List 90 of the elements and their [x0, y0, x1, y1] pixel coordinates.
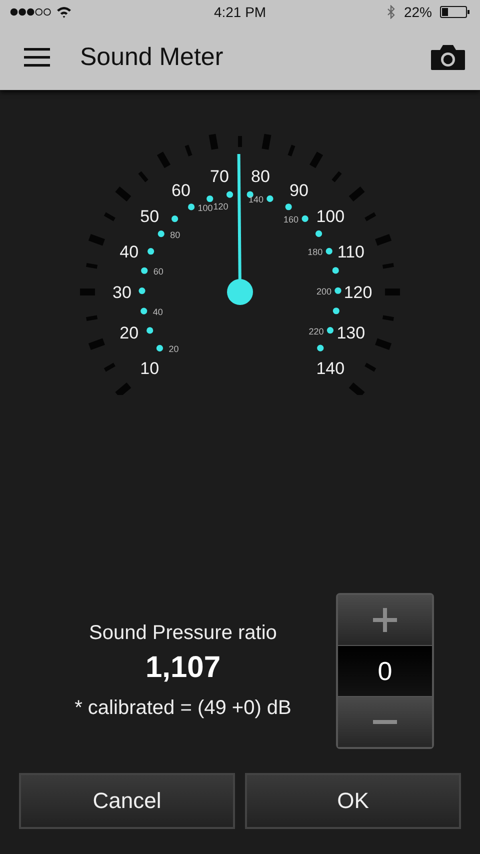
- scale-dot: [140, 308, 148, 314]
- bluetooth-icon: [386, 5, 396, 19]
- scale-dot: [285, 204, 292, 210]
- tick-mark: [115, 382, 132, 395]
- tick-mark: [332, 171, 342, 182]
- increment-button[interactable]: [338, 595, 432, 645]
- tick-mark: [375, 234, 392, 246]
- tick-mark: [364, 362, 376, 372]
- tick-mark: [104, 362, 116, 372]
- signal-icon: [10, 8, 52, 16]
- scale-dot: [158, 230, 164, 238]
- scale-label: 70: [210, 166, 229, 186]
- readout-label: Sound Pressure ratio: [89, 622, 277, 645]
- scale-label: 40: [120, 242, 139, 262]
- scale-dot: [326, 248, 332, 254]
- decrement-button[interactable]: [338, 697, 432, 747]
- menu-icon[interactable]: [24, 47, 50, 67]
- scale-label: 160: [284, 214, 299, 225]
- tick-mark: [364, 212, 376, 222]
- tick-mark: [86, 262, 98, 269]
- scale-label: 180: [308, 247, 323, 258]
- scale-label: 20: [120, 323, 139, 342]
- scale-dot: [146, 327, 154, 334]
- scale-dot: [266, 195, 274, 202]
- scale-label: 90: [290, 180, 308, 200]
- tick-mark: [184, 144, 192, 156]
- minus-icon: [373, 720, 397, 724]
- scale-dot: [246, 191, 254, 198]
- dialog-button[interactable]: OK: [245, 773, 461, 829]
- scale-dot: [302, 215, 308, 222]
- scale-dot: [156, 344, 164, 352]
- tick-mark: [382, 262, 394, 269]
- tick-mark: [382, 315, 394, 322]
- scale-label: 100: [316, 207, 345, 226]
- tick-mark: [208, 134, 218, 150]
- tick-mark: [348, 186, 365, 202]
- scale-label: 80: [170, 230, 180, 240]
- tick-mark: [262, 134, 272, 150]
- dialog-button[interactable]: Cancel: [19, 773, 235, 829]
- wifi-icon: [56, 6, 72, 18]
- plus-icon: [373, 608, 397, 632]
- scale-label: 10: [140, 358, 160, 378]
- scale-dot: [317, 344, 324, 352]
- scale-dot: [226, 191, 234, 198]
- stepper-value: 0: [338, 645, 432, 697]
- camera-icon[interactable]: [430, 44, 466, 70]
- scale-label: 140: [316, 358, 345, 378]
- battery-icon: [440, 6, 470, 18]
- tick-mark: [88, 234, 105, 246]
- scale-label: 220: [308, 326, 324, 336]
- scale-dot: [332, 308, 340, 314]
- scale-dot: [315, 230, 322, 237]
- calibration-note: * calibrated = (49 +0) dB: [74, 697, 292, 720]
- tick-mark: [156, 152, 171, 168]
- battery-percent: 22%: [404, 4, 432, 20]
- scale-label: 120: [344, 283, 372, 302]
- scale-label: 120: [213, 202, 228, 212]
- tick-mark: [288, 144, 296, 156]
- app-title: Sound Meter: [80, 42, 224, 72]
- scale-dot: [138, 288, 146, 294]
- tick-mark: [86, 315, 98, 322]
- scale-label: 60: [153, 266, 164, 277]
- scale-label: 20: [168, 344, 179, 354]
- status-time: 4:21 PM: [214, 4, 266, 20]
- scale-dot: [172, 216, 178, 222]
- tick-mark: [115, 186, 132, 202]
- scale-dot: [334, 287, 342, 294]
- scale-dot: [141, 267, 148, 274]
- tick-mark: [88, 338, 105, 350]
- scale-label: 130: [336, 323, 366, 342]
- tick-mark: [309, 152, 324, 168]
- tick-mark: [138, 171, 148, 182]
- tick-mark: [375, 338, 392, 350]
- scale-dot: [326, 327, 334, 334]
- scale-label: 200: [316, 286, 332, 297]
- scale-dot: [148, 248, 154, 255]
- scale-label: 40: [152, 307, 163, 318]
- scale-dot: [206, 195, 214, 202]
- scale-label: 110: [337, 242, 364, 262]
- scale-label: 50: [140, 207, 160, 226]
- readout-value: 1,107: [145, 651, 221, 685]
- scale-dot: [188, 204, 195, 210]
- scale-label: 60: [172, 180, 190, 200]
- scale-label: 100: [198, 202, 213, 213]
- scale-label: 80: [251, 166, 270, 186]
- scale-label: 30: [112, 283, 132, 302]
- tick-mark: [348, 382, 365, 395]
- scale-label: 140: [248, 194, 264, 205]
- tick-mark: [104, 212, 116, 222]
- scale-dot: [332, 267, 339, 274]
